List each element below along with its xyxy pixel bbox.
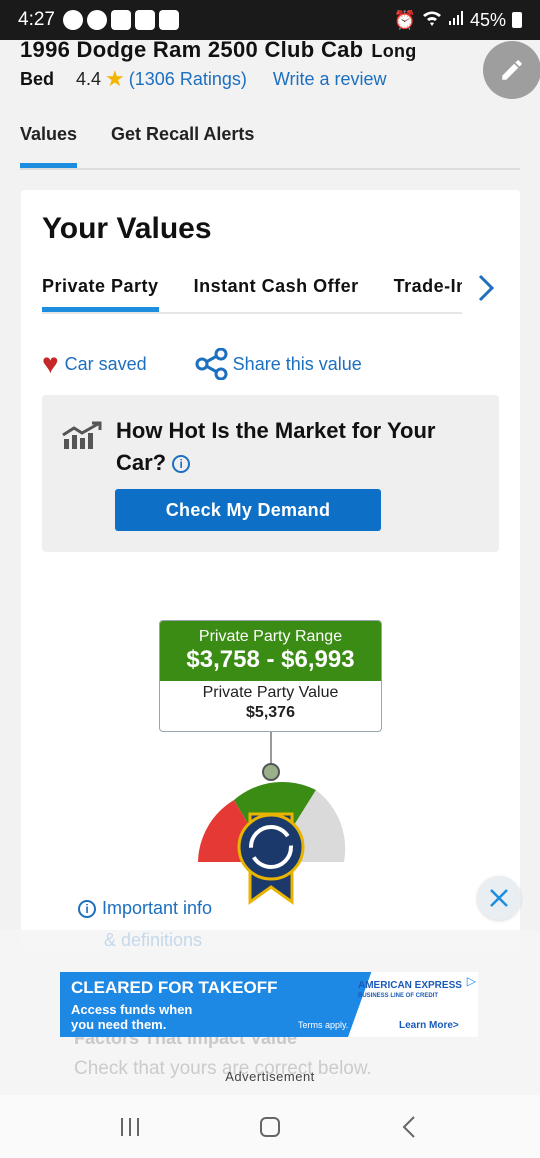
ratings-link[interactable]: (1306 Ratings) bbox=[129, 69, 247, 90]
ad-terms: Terms apply. bbox=[298, 1020, 349, 1030]
tab-recall-alerts[interactable]: Get Recall Alerts bbox=[111, 114, 254, 168]
home-button[interactable] bbox=[250, 1107, 290, 1147]
values-card: Your Values Private Party Instant Cash O… bbox=[21, 190, 520, 950]
range-label: Private Party Range bbox=[198, 628, 343, 645]
ad-brand: AMERICAN EXPRESS BUSINESS LINE OF CREDIT bbox=[358, 980, 462, 1002]
youtube-icon bbox=[110, 10, 131, 30]
car-saved-link[interactable]: Car saved bbox=[65, 354, 147, 375]
definitions-link[interactable]: & definitions bbox=[104, 930, 202, 951]
share-value-link[interactable]: Share this value bbox=[195, 348, 362, 380]
info-icon: i bbox=[78, 900, 96, 919]
ad-subtext-line2: you need them. bbox=[71, 1017, 167, 1032]
vehicle-title-text: 1996 Dodge Ram 2500 Club Cab bbox=[20, 37, 364, 62]
alarm-icon: ⏰ bbox=[393, 9, 416, 30]
ad-brand-sub: BUSINESS LINE OF CREDIT bbox=[358, 993, 439, 999]
trending-up-icon bbox=[62, 421, 102, 449]
tab-trade-in[interactable]: Trade-In bbox=[394, 262, 462, 312]
chevron-right-icon[interactable] bbox=[471, 270, 501, 306]
value-gauge bbox=[198, 732, 346, 905]
messenger-icon bbox=[86, 10, 107, 30]
recents-icon bbox=[121, 1117, 139, 1136]
important-info-link[interactable]: i Important info bbox=[78, 892, 212, 924]
range-value: $3,758 - $6,993 bbox=[186, 646, 355, 673]
share-icon bbox=[195, 348, 228, 380]
home-icon bbox=[260, 1116, 280, 1137]
youtube-icon bbox=[158, 10, 179, 30]
share-value-label: Share this value bbox=[232, 353, 362, 374]
signal-icon bbox=[448, 10, 464, 31]
check-demand-button[interactable]: Check My Demand bbox=[115, 489, 381, 531]
pencil-icon bbox=[502, 60, 522, 80]
ad-subtext-line1: Access funds when bbox=[71, 1002, 193, 1017]
ad-brand-name: AMERICAN EXPRESS bbox=[358, 980, 462, 991]
market-title: How Hot Is the Market for Your Car? i bbox=[116, 415, 476, 479]
ad-banner[interactable]: CLEARED FOR TAKEOFF Access funds when yo… bbox=[60, 972, 478, 1037]
notification-icons bbox=[62, 10, 179, 30]
market-title-text: How Hot Is the Market for Your Car? bbox=[116, 418, 436, 475]
back-button[interactable] bbox=[390, 1107, 430, 1147]
value-section: Private Party Value $5,376 bbox=[160, 681, 381, 722]
value-actions: ♥ Car saved Share this value bbox=[42, 348, 362, 380]
heart-icon[interactable]: ♥ bbox=[42, 350, 59, 378]
vehicle-title-cont: Long bbox=[371, 41, 417, 61]
status-time: 4:27 bbox=[18, 9, 55, 30]
private-party-range-box: Private Party Range $3,758 - $6,993 Priv… bbox=[159, 620, 382, 732]
tab-values[interactable]: Values bbox=[20, 114, 78, 168]
recent-apps-button[interactable] bbox=[110, 1107, 150, 1147]
value-label: Private Party Value bbox=[202, 684, 339, 701]
ad-learn-more[interactable]: Learn More> bbox=[399, 1020, 459, 1031]
title-subline: Bed 4.4 ★ (1306 Ratings) Write a review bbox=[20, 66, 387, 92]
star-icon: ★ bbox=[105, 66, 125, 91]
market-demand-panel: How Hot Is the Market for Your Car? i Che… bbox=[42, 395, 499, 552]
adchoices-icon[interactable]: ▷ bbox=[467, 974, 476, 988]
ad-headline: CLEARED FOR TAKEOFF bbox=[71, 978, 278, 997]
range-header: Private Party Range $3,758 - $6,993 bbox=[160, 621, 381, 681]
system-nav-bar bbox=[0, 1095, 540, 1158]
tab-instant-cash-offer[interactable]: Instant Cash Offer bbox=[194, 262, 359, 312]
battery-percent: 45% bbox=[469, 9, 506, 30]
ad-subtext: Access funds when you need them. bbox=[71, 1002, 192, 1032]
card-title: Your Values bbox=[42, 212, 212, 245]
close-icon bbox=[490, 889, 508, 907]
home-icon bbox=[134, 10, 155, 30]
important-info-label: Important info bbox=[102, 898, 213, 918]
vehicle-title-line2: Bed bbox=[20, 68, 55, 89]
badge-icon bbox=[237, 813, 305, 881]
wifi-icon bbox=[422, 10, 442, 31]
back-icon bbox=[402, 1115, 415, 1138]
page-tabs: Values Get Recall Alerts bbox=[20, 114, 520, 170]
battery-icon bbox=[512, 12, 522, 28]
info-icon[interactable]: i bbox=[172, 455, 191, 474]
vehicle-title: 1996 Dodge Ram 2500 Club Cab Long bbox=[20, 34, 490, 67]
close-ad-button[interactable] bbox=[477, 876, 521, 920]
advertisement-label: Advertisement bbox=[225, 1069, 315, 1084]
status-right: ⏰ 45% bbox=[394, 10, 522, 31]
write-review-link[interactable]: Write a review bbox=[273, 69, 387, 90]
value-amount: $5,376 bbox=[246, 704, 295, 721]
edit-fab-button[interactable] bbox=[483, 41, 540, 99]
messenger-icon bbox=[62, 10, 83, 30]
rating-value: 4.4 bbox=[76, 68, 102, 89]
gauge-needle-knob bbox=[262, 763, 280, 781]
value-type-tabs: Private Party Instant Cash Offer Trade-I… bbox=[42, 262, 462, 314]
tab-private-party[interactable]: Private Party bbox=[42, 262, 159, 312]
